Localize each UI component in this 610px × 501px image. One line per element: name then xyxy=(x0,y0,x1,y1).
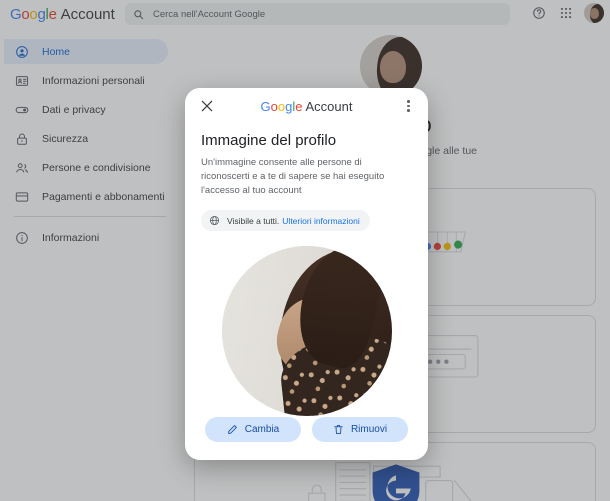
visibility-chip[interactable]: Visibile a tutti. Ulteriori informazioni xyxy=(201,210,370,231)
pencil-icon xyxy=(227,424,238,435)
dialog-actions: Cambia Rimuovi xyxy=(185,417,428,442)
dialog-header: Google Account xyxy=(185,88,428,124)
google-wordmark: Google xyxy=(260,99,303,114)
more-vertical-icon[interactable] xyxy=(400,97,417,115)
remove-photo-label: Rimuovi xyxy=(350,424,388,435)
learn-more-link[interactable]: Ulteriori informazioni xyxy=(282,216,359,226)
change-photo-label: Cambia xyxy=(244,424,280,435)
remove-photo-button[interactable]: Rimuovi xyxy=(312,417,408,442)
dialog-brand: Google Account xyxy=(185,99,428,114)
trash-icon xyxy=(333,424,344,435)
google-account-page: Google Account Cerca nell'Account Google xyxy=(0,0,610,501)
dialog-product-name: Account xyxy=(305,99,353,114)
dialog-title: Immagine del profilo xyxy=(201,132,337,149)
change-photo-button[interactable]: Cambia xyxy=(205,417,301,442)
profile-picture-dialog: Google Account Immagine del profilo Un'im… xyxy=(185,88,428,460)
dialog-description: Un'immagine consente alle persone di ric… xyxy=(201,157,385,196)
visibility-text: Visibile a tutti. xyxy=(227,215,280,226)
profile-photo[interactable] xyxy=(221,246,392,416)
globe-icon xyxy=(209,215,220,226)
